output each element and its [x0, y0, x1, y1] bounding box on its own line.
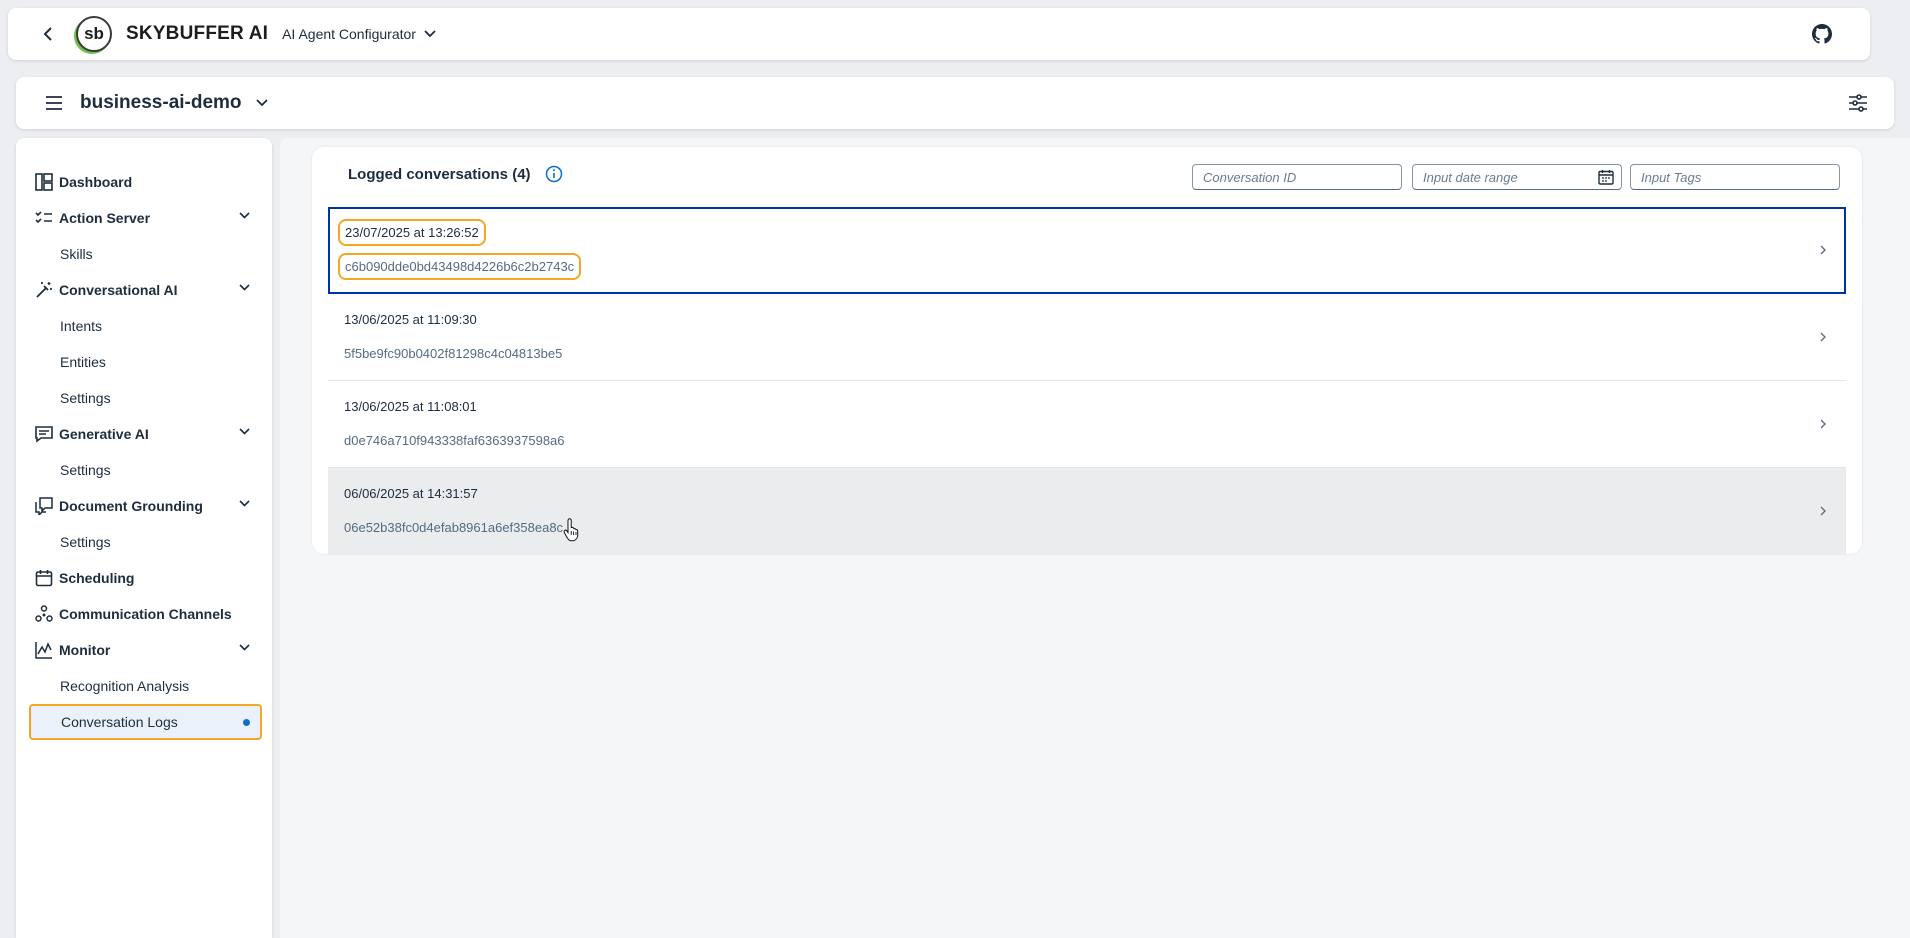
conversation-id: c6b090dde0bd43498d4226b6c2b2743c: [337, 253, 582, 280]
sidebar-item-scheduling[interactable]: Scheduling: [16, 560, 272, 596]
sidebar-item-dashboard[interactable]: Dashboard: [16, 164, 272, 200]
document-chat-icon: [34, 496, 54, 516]
sidebar-item-conversation-logs[interactable]: Conversation Logs: [29, 704, 262, 740]
selected-indicator: [243, 719, 250, 726]
chevron-right-icon: [1820, 506, 1826, 516]
conversation-id: 5f5be9fc90b0402f81298c4c04813be5: [344, 346, 563, 361]
network-icon: [34, 604, 54, 624]
sidebar-item-label: Communication Channels: [59, 606, 232, 622]
hamburger-icon: [46, 96, 62, 110]
conversation-row[interactable]: 13/06/2025 at 11:09:30 5f5be9fc90b0402f8…: [328, 294, 1846, 381]
shell-bar: sb SKYBUFFER AI AI Agent Configurator: [8, 8, 1870, 60]
date-range-picker: [1412, 164, 1622, 190]
sidebar-item-conversational-ai[interactable]: Conversational AI: [16, 272, 272, 308]
sidebar-item-action-server[interactable]: Action Server: [16, 200, 272, 236]
sidebar-item-label: Skills: [60, 246, 93, 262]
chevron-right-icon: [1820, 419, 1826, 429]
chevron-right-icon: [1820, 332, 1826, 342]
sidebar-item-generative-ai[interactable]: Generative AI: [16, 416, 272, 452]
chevron-down-icon[interactable]: [239, 284, 250, 291]
sidebar-item-recognition-analysis[interactable]: Recognition Analysis: [16, 668, 272, 704]
sidebar-item-label: Document Grounding: [59, 498, 203, 514]
info-icon[interactable]: [545, 165, 563, 183]
chevron-down-icon[interactable]: [239, 428, 250, 435]
sidebar-item-entities[interactable]: Entities: [16, 344, 272, 380]
sidebar-item-label: Settings: [60, 462, 111, 478]
magic-wand-icon: [34, 280, 54, 300]
sidebar-item-generative-settings[interactable]: Settings: [16, 452, 272, 488]
sidebar-item-skills[interactable]: Skills: [16, 236, 272, 272]
conversation-row[interactable]: 13/06/2025 at 11:08:01 d0e746a710f943338…: [328, 381, 1846, 468]
sidebar-item-label: Recognition Analysis: [60, 678, 190, 694]
conversation-date: 23/07/2025 at 13:26:52: [338, 219, 486, 246]
workspace-name: business-ai-demo: [80, 92, 242, 113]
sidebar-item-monitor[interactable]: Monitor: [16, 632, 272, 668]
sidebar-item-label: Dashboard: [59, 174, 133, 190]
card-header: Logged conversations (4): [312, 147, 1862, 199]
chevron-down-icon: [424, 30, 436, 38]
conversation-id: d0e746a710f943338faf6363937598a6: [344, 433, 565, 448]
product-switcher[interactable]: AI Agent Configurator: [282, 26, 436, 42]
sidebar-item-label: Scheduling: [59, 570, 135, 586]
calendar-icon: [34, 568, 54, 588]
brand-name: SKYBUFFER AI: [126, 23, 269, 44]
chevron-down-icon[interactable]: [239, 500, 250, 507]
chevron-left-icon: [43, 27, 52, 41]
sidebar-item-label: Settings: [60, 390, 111, 406]
conversation-row[interactable]: 23/07/2025 at 13:26:52 c6b090dde0bd43498…: [328, 207, 1846, 294]
sidebar-item-label: Intents: [60, 318, 103, 334]
page-title: Logged conversations (4): [348, 165, 563, 183]
sidebar-item-label: Generative AI: [59, 426, 149, 442]
sidebar-item-document-settings[interactable]: Settings: [16, 524, 272, 560]
sidebar-item-intents[interactable]: Intents: [16, 308, 272, 344]
conversation-id-input[interactable]: [1192, 164, 1402, 190]
back-button[interactable]: [26, 12, 70, 56]
sidebar-item-label: Entities: [60, 354, 106, 370]
sidebar-item-label: Monitor: [59, 642, 111, 658]
chevron-down-icon[interactable]: [239, 644, 250, 651]
settings-sliders-icon[interactable]: [1846, 91, 1870, 115]
sidebar: Dashboard Action Server Skills Conversat…: [16, 138, 272, 938]
calendar-icon[interactable]: [1598, 169, 1614, 185]
workspace-header: business-ai-demo: [16, 77, 1894, 129]
sidebar-item-conversational-settings[interactable]: Settings: [16, 380, 272, 416]
conversation-id: 06e52b38fc0d4efab8961a6ef358ea8c: [344, 520, 564, 535]
date-range-input[interactable]: [1412, 164, 1622, 190]
conversation-date: 13/06/2025 at 11:08:01: [344, 399, 477, 414]
dashboard-icon: [34, 172, 54, 192]
main-content: Logged conversations (4) 23/07/2025 at 1…: [280, 138, 1910, 938]
sidebar-item-document-grounding[interactable]: Document Grounding: [16, 488, 272, 524]
chevron-right-icon: [1820, 245, 1826, 255]
conversation-date: 06/06/2025 at 14:31:57: [344, 486, 478, 501]
sidebar-item-label: Settings: [60, 534, 111, 550]
conversation-date: 13/06/2025 at 11:09:30: [344, 312, 477, 327]
sidebar-item-label: Conversation Logs: [61, 714, 178, 730]
tags-input[interactable]: [1630, 164, 1840, 190]
conversation-list: 23/07/2025 at 13:26:52 c6b090dde0bd43498…: [328, 207, 1846, 555]
conversation-row[interactable]: 06/06/2025 at 14:31:57 06e52b38fc0d4efab…: [328, 468, 1846, 555]
title-text: Logged conversations (4): [348, 165, 531, 183]
github-icon[interactable]: [1812, 24, 1832, 44]
skybuffer-logo: sb: [76, 16, 112, 52]
product-name: AI Agent Configurator: [282, 26, 416, 42]
line-chart-icon: [34, 640, 54, 660]
checklist-icon: [34, 208, 54, 228]
chevron-down-icon: [255, 99, 268, 107]
menu-button[interactable]: [36, 85, 72, 121]
chevron-down-icon[interactable]: [239, 212, 250, 219]
sidebar-item-communication-channels[interactable]: Communication Channels: [16, 596, 272, 632]
chat-icon: [34, 424, 54, 444]
workspace-selector[interactable]: business-ai-demo: [80, 92, 268, 114]
sidebar-item-label: Conversational AI: [59, 282, 178, 298]
sidebar-item-label: Action Server: [59, 210, 151, 226]
conversations-card: Logged conversations (4) 23/07/2025 at 1…: [312, 147, 1862, 555]
